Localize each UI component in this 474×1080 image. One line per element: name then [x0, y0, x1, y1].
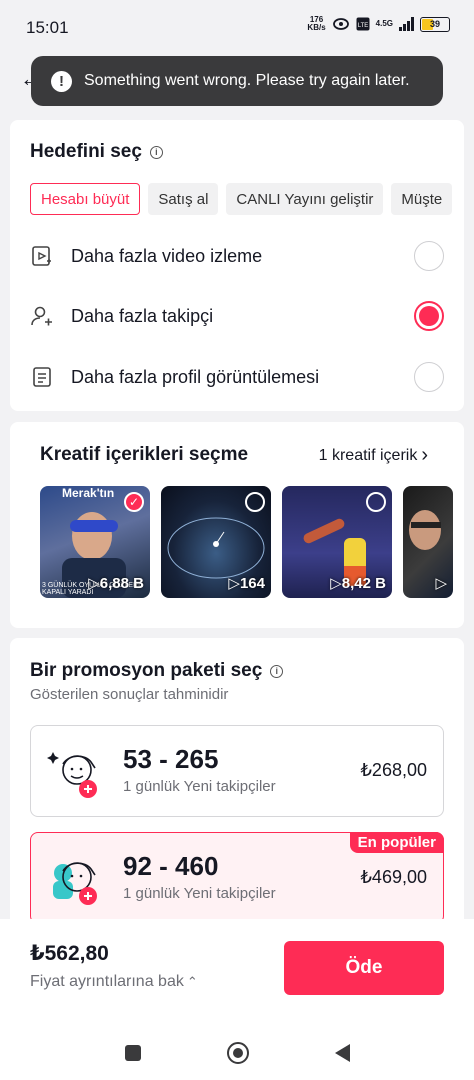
chip-get-sales[interactable]: Satış al — [148, 183, 219, 215]
package-price: ₺268,00 — [360, 760, 427, 780]
promo-card: Bir promosyon paketi seç i Gösterilen so… — [10, 638, 464, 938]
package-price: ₺469,00 — [360, 867, 427, 887]
promo-title-row: Bir promosyon paketi seç i — [30, 660, 284, 682]
option-video-views[interactable]: Daha fazla video izleme — [30, 236, 444, 276]
select-circle-icon[interactable] — [245, 492, 265, 512]
creative-title: Kreatif içerikleri seçme — [40, 444, 249, 465]
chip-customer[interactable]: Müşte — [391, 183, 453, 215]
status-bar: 15:01 176 KB/s LTE 4.5G 39 — [0, 0, 474, 56]
goal-chips: Hesabı büyüt Satış al CANLI Yayını geliş… — [30, 183, 453, 215]
checkout-bar: ₺562,80 Fiyat ayrıntılarına bak ⌃ Öde — [0, 919, 474, 1025]
package-description: 1 günlük Yeni takipçiler — [123, 778, 276, 795]
creative-thumbnails: Merak'tın ✓ 3 GÜNLÜK OYUNA / GÖZLERİ KAP… — [40, 486, 453, 598]
chevron-up-icon: ⌃ — [186, 974, 198, 989]
network-type: 4.5G — [375, 19, 393, 28]
battery-icon: 39 — [420, 16, 450, 32]
status-icons: 176 KB/s LTE 4.5G 39 — [307, 16, 450, 32]
option-followers[interactable]: Daha fazla takipçi — [30, 296, 444, 336]
selected-check-icon[interactable]: ✓ — [124, 492, 144, 512]
option-profile-views[interactable]: Daha fazla profil görüntülemesi — [30, 357, 444, 397]
toast-message: Something went wrong. Please try again l… — [84, 72, 410, 89]
svg-text:LTE: LTE — [357, 23, 368, 29]
follower-avatar-icon — [47, 752, 97, 798]
chip-improve-live[interactable]: CANLI Yayını geliştir — [226, 183, 384, 215]
error-toast: ! Something went wrong. Please try again… — [31, 56, 443, 106]
chevron-right-icon: › — [421, 444, 428, 466]
creative-thumbnail[interactable]: ▷8,42 B — [282, 486, 392, 598]
back-icon[interactable] — [334, 1043, 350, 1062]
hotspot-icon — [332, 18, 349, 30]
signal-icon — [399, 17, 414, 31]
alert-icon: ! — [51, 70, 72, 92]
package-range: 92 - 460 — [123, 851, 219, 881]
price-details-label: Fiyat ayrıntılarına bak — [30, 973, 184, 990]
view-count: ▷6,88 B — [88, 575, 144, 592]
select-circle-icon[interactable] — [366, 492, 386, 512]
system-nav-bar — [0, 1025, 474, 1080]
goal-title-row: Hedefini seç i — [30, 141, 163, 163]
creative-thumbnail[interactable]: Merak'tın ✓ 3 GÜNLÜK OYUNA / GÖZLERİ KAP… — [40, 486, 150, 598]
promo-title: Bir promosyon paketi seç — [30, 660, 263, 681]
recent-apps-icon[interactable] — [124, 1044, 141, 1061]
goal-title: Hedefini seç — [30, 141, 142, 162]
video-play-icon — [30, 244, 54, 268]
chip-grow-account[interactable]: Hesabı büyüt — [30, 183, 141, 215]
goal-card: Hedefini seç i Hesabı büyüt Satış al CAN… — [10, 120, 464, 411]
option-radio[interactable] — [414, 362, 444, 392]
pay-button[interactable]: Öde — [284, 941, 444, 995]
volte-icon: LTE — [356, 17, 370, 31]
price-details-link[interactable]: Fiyat ayrıntılarına bak ⌃ — [30, 973, 198, 991]
follower-avatar-icon — [53, 862, 97, 905]
add-follower-icon — [30, 304, 54, 328]
popular-badge: En popüler — [349, 832, 444, 853]
info-icon[interactable]: i — [149, 145, 163, 159]
battery-level: 39 — [429, 19, 440, 29]
package-option-popular[interactable]: En popüler 92 - 460 1 günlük Yeni takipç… — [30, 832, 444, 924]
option-label: Daha fazla profil görüntülemesi — [71, 366, 320, 387]
view-count: ▷8,42 B — [330, 575, 386, 592]
creative-thumbnail[interactable]: ▷ — [403, 486, 453, 598]
creative-card: Kreatif içerikleri seçme 1 kreatif içeri… — [10, 422, 464, 628]
view-count: ▷ — [435, 575, 447, 592]
package-description: 1 günlük Yeni takipçiler — [123, 885, 276, 902]
creative-count-label: 1 kreatif içerik — [318, 446, 418, 464]
option-label: Daha fazla takipçi — [71, 305, 214, 326]
package-range: 53 - 265 — [123, 744, 219, 774]
total-price: ₺562,80 — [30, 942, 109, 965]
creative-thumbnail[interactable]: ▷164 — [161, 486, 271, 598]
home-icon[interactable] — [226, 1041, 249, 1064]
info-icon[interactable]: i — [270, 664, 284, 678]
status-time: 15:01 — [26, 18, 69, 37]
option-radio-selected[interactable] — [414, 301, 444, 331]
profile-document-icon — [30, 365, 54, 389]
view-count: ▷164 — [228, 575, 265, 592]
option-label: Daha fazla video izleme — [71, 245, 263, 266]
option-radio[interactable] — [414, 241, 444, 271]
creative-count-link[interactable]: 1 kreatif içerik › — [319, 444, 428, 467]
network-speed: 176 KB/s — [307, 15, 326, 32]
promo-subtitle: Gösterilen sonuçlar tahminidir — [30, 686, 229, 703]
package-option[interactable]: 53 - 265 1 günlük Yeni takipçiler ₺268,0… — [30, 725, 444, 817]
